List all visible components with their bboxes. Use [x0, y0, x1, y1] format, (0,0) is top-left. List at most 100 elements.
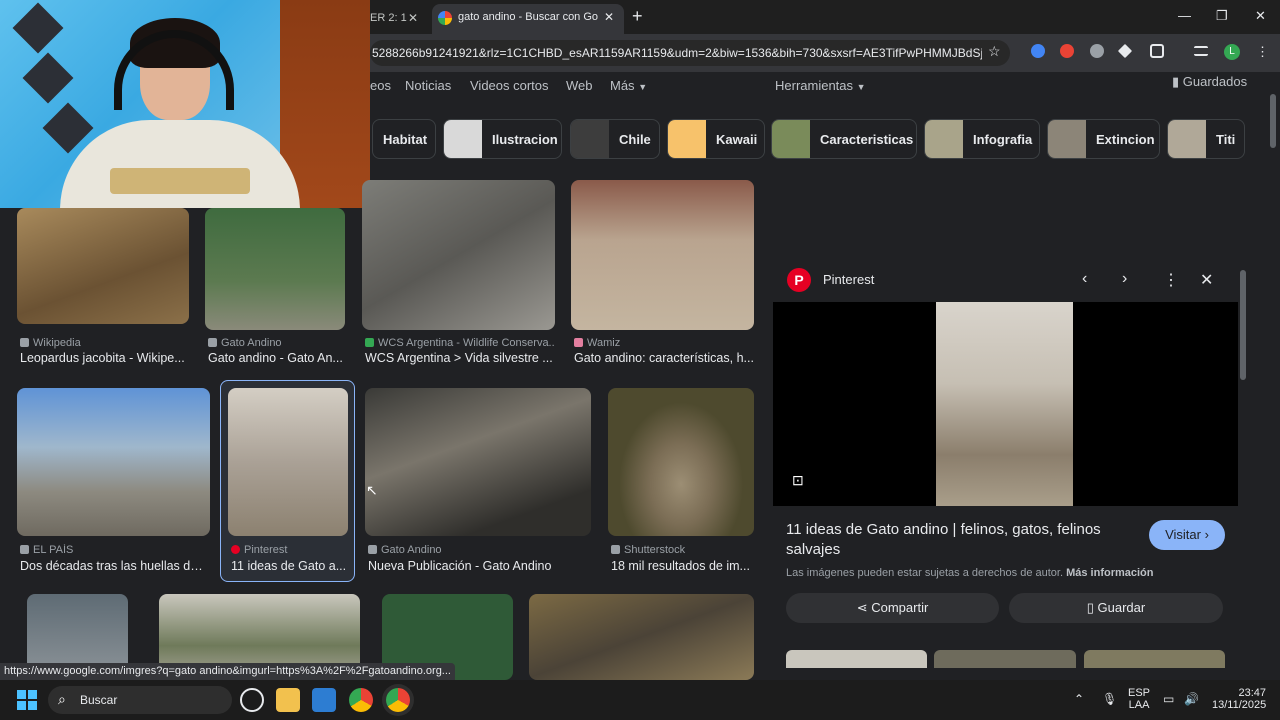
dropdown-arrow-icon: ▼	[856, 82, 866, 92]
result-image[interactable]	[529, 594, 754, 680]
save-button[interactable]: ▯ Guardar	[1009, 593, 1223, 623]
result-image[interactable]	[365, 388, 591, 536]
chip-titi[interactable]: Titi	[1167, 119, 1245, 159]
result-title[interactable]: Gato andino: características, h...	[574, 351, 754, 365]
chip-label: Infografia	[973, 132, 1033, 147]
microphone-icon[interactable]: 🎙	[1102, 692, 1117, 706]
result-title[interactable]: Dos décadas tras las huellas del...	[20, 559, 208, 573]
share-button[interactable]: ⋖ Compartir	[786, 593, 999, 623]
clock-date: 13/11/2025	[1212, 699, 1267, 711]
clock-time: 23:47	[1238, 687, 1266, 699]
network-icon[interactable]: ▭	[1163, 692, 1174, 706]
clock[interactable]: 23:47 13/11/2025	[1212, 687, 1266, 711]
webcam-person	[60, 120, 300, 208]
panel-source-name[interactable]: Pinterest	[823, 272, 874, 287]
google-lens-icon[interactable]: ⊡	[792, 472, 804, 489]
file-explorer-icon[interactable]	[276, 688, 300, 712]
chip-kawaii[interactable]: Kawaii	[667, 119, 765, 159]
visit-button[interactable]: Visitar ›	[1149, 520, 1225, 550]
chip-infografia[interactable]: Infografia	[924, 119, 1040, 159]
result-image[interactable]	[17, 208, 189, 324]
result-source-label: WCS Argentina - Wildlife Conserva...	[378, 337, 555, 349]
restore-icon[interactable]: ❐	[1216, 8, 1228, 24]
page-scrollbar[interactable]	[1270, 94, 1276, 148]
menu-kebab-icon[interactable]: ⋮	[1256, 44, 1269, 60]
saved-button[interactable]: ▮ Guardados	[1172, 74, 1247, 90]
store-icon[interactable]	[312, 688, 336, 712]
result-image[interactable]	[608, 388, 754, 536]
bookmark-star-icon[interactable]: ☆	[988, 43, 1001, 60]
result-source: Gato Andino	[208, 337, 348, 349]
result-source-label: Shutterstock	[624, 544, 686, 556]
result-image[interactable]	[228, 388, 348, 536]
chevron-left-icon[interactable]: ‹	[1082, 270, 1087, 288]
nav-more[interactable]: Más ▼	[610, 78, 647, 93]
extension-icon[interactable]	[1060, 44, 1074, 58]
profile-avatar[interactable]: L	[1224, 44, 1240, 60]
puzzle-icon[interactable]	[1150, 44, 1164, 58]
nav-web[interactable]: Web	[566, 78, 593, 93]
tab-previous-label: ER 2: 1	[370, 12, 407, 24]
result-image[interactable]	[17, 388, 210, 536]
tools-button[interactable]: Herramientas ▼	[775, 78, 866, 93]
copyright-text: Las imágenes pueden estar sujetas a dere…	[786, 567, 1064, 579]
tab-previous[interactable]: ER 2: 1 ✕	[370, 6, 426, 30]
chip-caracteristicas[interactable]: Caracteristicas	[771, 119, 917, 159]
more-options-icon[interactable]: ⋮	[1163, 270, 1179, 290]
nav-news[interactable]: Noticias	[405, 78, 451, 93]
result-title[interactable]: 11 ideas de Gato a...	[231, 559, 349, 573]
status-bar-url: https://www.google.com/imgres?q=gato and…	[0, 663, 455, 680]
windows-start-icon[interactable]	[17, 690, 37, 710]
chip-label: Titi	[1216, 132, 1236, 147]
copilot-icon[interactable]	[240, 688, 264, 712]
result-image[interactable]	[571, 180, 754, 330]
related-image[interactable]	[786, 650, 927, 668]
extension-icon[interactable]	[1090, 44, 1104, 58]
site-icon	[574, 338, 583, 347]
close-icon[interactable]: ✕	[604, 10, 614, 24]
chip-thumbnail	[1048, 120, 1086, 158]
volume-icon[interactable]: 🔊	[1184, 692, 1199, 706]
reading-list-icon[interactable]	[1194, 46, 1208, 56]
panel-preview-image[interactable]	[936, 302, 1073, 506]
result-source-label: Wikipedia	[33, 337, 81, 349]
new-tab-icon[interactable]: +	[632, 6, 643, 27]
close-icon[interactable]: ✕	[408, 6, 418, 30]
chevron-right-icon: ›	[1204, 527, 1209, 542]
taskbar-search[interactable]: ⌕ Buscar	[48, 686, 232, 714]
chip-ilustracion[interactable]: Ilustracion	[443, 119, 562, 159]
panel-title[interactable]: 11 ideas de Gato andino | felinos, gatos…	[786, 520, 1126, 560]
result-title[interactable]: Nueva Publicación - Gato Andino	[368, 559, 590, 573]
more-info-link[interactable]: Más información	[1066, 567, 1153, 579]
result-source-label: Gato Andino	[381, 544, 442, 556]
tab-active[interactable]: gato andino - Buscar con Goog ✕	[432, 4, 624, 34]
close-icon[interactable]: ✕	[1200, 270, 1213, 290]
chip-chile[interactable]: Chile	[570, 119, 660, 159]
chevron-up-icon[interactable]: ⌃	[1074, 692, 1084, 706]
language-indicator[interactable]: ESP LAA	[1128, 687, 1150, 711]
result-title[interactable]: Gato andino - Gato An...	[208, 351, 348, 365]
result-title[interactable]: 18 mil resultados de im...	[611, 559, 751, 573]
result-image[interactable]	[362, 180, 555, 330]
result-source: Pinterest	[231, 544, 351, 556]
related-image[interactable]	[934, 650, 1076, 668]
chrome-icon[interactable]	[349, 688, 373, 712]
close-window-icon[interactable]: ✕	[1255, 8, 1266, 24]
nav-partial[interactable]: eos	[370, 78, 391, 93]
chip-extincion[interactable]: Extincion	[1047, 119, 1160, 159]
bookmark-icon: ▯	[1086, 600, 1094, 615]
minimize-icon[interactable]: —	[1178, 8, 1191, 23]
chevron-right-icon[interactable]: ›	[1122, 270, 1127, 288]
chip-label: Ilustracion	[492, 132, 558, 147]
result-title[interactable]: WCS Argentina > Vida silvestre ...	[365, 351, 555, 365]
result-image[interactable]	[205, 208, 345, 330]
nav-short-videos[interactable]: Videos cortos	[470, 78, 549, 93]
panel-scrollbar[interactable]	[1240, 270, 1246, 380]
address-url[interactable]: 5288266b91241921&rlz=1C1CHBD_esAR1159AR1…	[372, 46, 982, 60]
chip-habitat[interactable]: Habitat	[372, 119, 436, 159]
language-bottom: LAA	[1128, 699, 1150, 711]
chrome-active-icon[interactable]	[386, 688, 410, 712]
result-title[interactable]: Leopardus jacobita - Wikipe...	[20, 351, 205, 365]
related-image[interactable]	[1084, 650, 1225, 668]
extension-icon[interactable]	[1031, 44, 1045, 58]
